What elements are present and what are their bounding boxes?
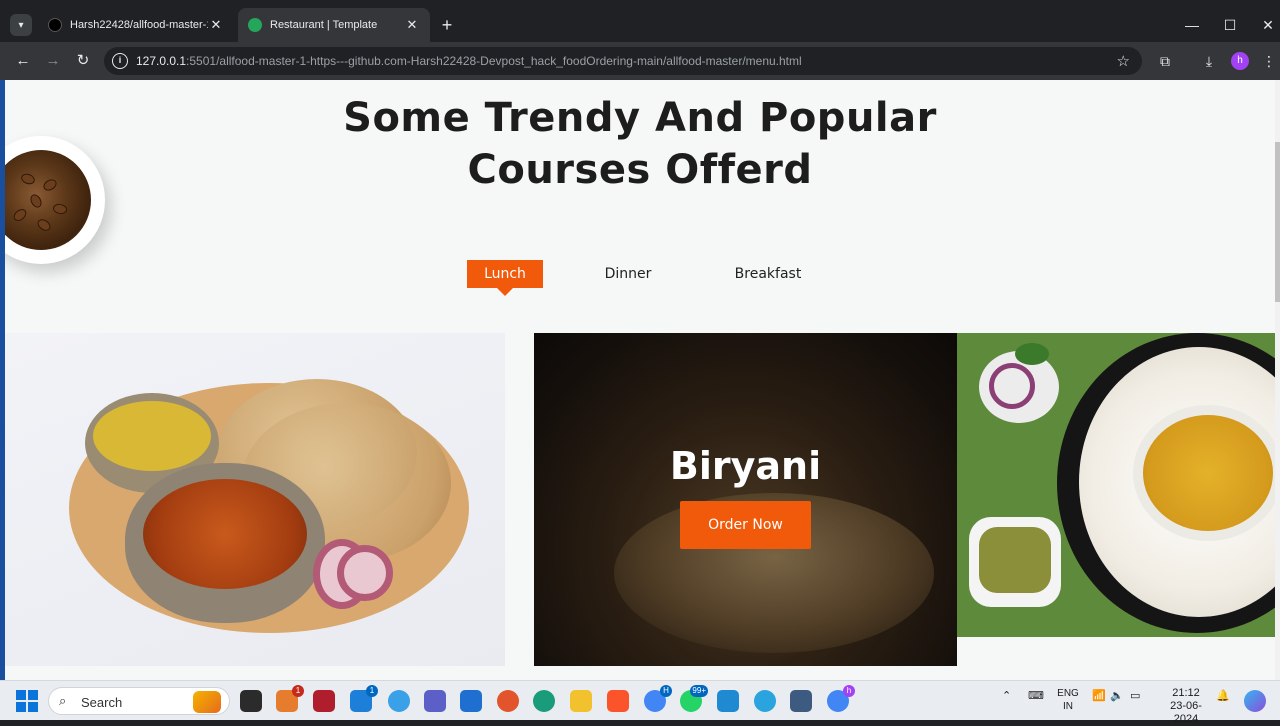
- chutney-bowl-image: [969, 517, 1061, 607]
- page-scrollbar[interactable]: [1275, 80, 1280, 680]
- profile-avatar[interactable]: h: [1231, 52, 1249, 70]
- search-highlight-icon: [193, 691, 221, 713]
- tab-title: Harsh22428/allfood-master-1-I: [70, 19, 208, 31]
- widgets-icon[interactable]: 1: [276, 685, 304, 712]
- whatsapp-icon[interactable]: 99+: [680, 685, 708, 712]
- tray-chevron-icon[interactable]: ⌃: [1002, 689, 1011, 702]
- food-card-rice-dal[interactable]: [957, 333, 1275, 637]
- dal-cup-image: [1133, 405, 1275, 541]
- wifi-icon[interactable]: 📶: [1092, 689, 1106, 702]
- tab-search-button[interactable]: ▾: [10, 14, 32, 36]
- notification-bell-icon[interactable]: 🔔: [1216, 689, 1230, 702]
- browser-tab-strip: ▾ Harsh22428/allfood-master-1-I ✕ Restau…: [0, 0, 1280, 42]
- curry-pot-image: [125, 463, 325, 623]
- tab-dinner[interactable]: Dinner: [593, 260, 663, 288]
- scrollbar-thumb[interactable]: [1275, 142, 1280, 302]
- battery-icon[interactable]: ▭: [1130, 689, 1140, 702]
- dish-name: Biryani: [669, 444, 822, 488]
- address-bar[interactable]: i 127.0.0.1:5501/allfood-master-1-https-…: [104, 47, 1142, 75]
- food-card-biryani[interactable]: Biryani Order Now: [534, 333, 957, 666]
- coffee-beans-decoration: [5, 136, 105, 264]
- telegram-icon[interactable]: [754, 690, 776, 712]
- section-title: Some Trendy And Popular Courses Offerd: [343, 95, 937, 193]
- taskbar: ⌕ Search 1 1 H 99+ h ⌃ ⌨ ENG IN 📶 🔈 ▭ 21…: [0, 680, 1280, 725]
- close-icon[interactable]: ✕: [208, 17, 224, 33]
- new-tab-button[interactable]: +: [438, 14, 456, 36]
- back-icon[interactable]: ←: [12, 50, 34, 72]
- language-indicator[interactable]: ENG IN: [1056, 687, 1080, 713]
- store-icon[interactable]: [460, 690, 482, 712]
- maximize-icon[interactable]: ☐: [1212, 14, 1248, 36]
- firefox-icon[interactable]: [497, 690, 519, 712]
- reload-icon[interactable]: ↻: [72, 50, 94, 72]
- keyboard-icon[interactable]: ⌨: [1028, 689, 1044, 702]
- close-icon[interactable]: ✕: [404, 17, 420, 33]
- todo-icon[interactable]: 1: [350, 685, 378, 712]
- page-viewport: Some Trendy And Popular Courses Offerd L…: [5, 80, 1275, 680]
- taskbar-search[interactable]: ⌕ Search: [48, 687, 230, 715]
- download-icon[interactable]: ⤓: [1198, 50, 1220, 72]
- url-text: 127.0.0.1:5501/allfood-master-1-https---…: [136, 54, 802, 68]
- food-card-thali[interactable]: [5, 333, 505, 666]
- search-label: Search: [81, 695, 123, 710]
- teams-icon[interactable]: [424, 690, 446, 712]
- brave-icon[interactable]: [607, 690, 629, 712]
- app-icon[interactable]: [790, 690, 812, 712]
- tab-restaurant[interactable]: Restaurant | Template ✕: [238, 8, 430, 42]
- mcafee-icon[interactable]: [313, 690, 335, 712]
- site-info-icon[interactable]: i: [112, 53, 128, 69]
- windows-start-icon[interactable]: [16, 690, 38, 712]
- task-view-icon[interactable]: [240, 690, 262, 712]
- edge-icon[interactable]: [533, 690, 555, 712]
- file-explorer-icon[interactable]: [570, 690, 592, 712]
- tab-github[interactable]: Harsh22428/allfood-master-1-I ✕: [38, 8, 234, 42]
- minimize-icon[interactable]: —: [1174, 14, 1210, 36]
- order-now-button[interactable]: Order Now: [680, 501, 811, 549]
- github-icon: [48, 18, 62, 32]
- vscode-icon[interactable]: [717, 690, 739, 712]
- menu-kebab-icon[interactable]: ⋮: [1258, 50, 1280, 72]
- tab-lunch[interactable]: Lunch: [467, 260, 543, 296]
- browser-toolbar: ← → ↻ i 127.0.0.1:5501/allfood-master-1-…: [0, 42, 1280, 80]
- clock[interactable]: 21:12 23-06-2024: [1158, 687, 1214, 726]
- extensions-icon[interactable]: ⧉: [1154, 50, 1176, 72]
- search-icon: ⌕: [59, 693, 67, 708]
- coffee-beans-image: [5, 150, 91, 250]
- volume-icon[interactable]: 🔈: [1110, 689, 1124, 702]
- close-window-icon[interactable]: ✕: [1250, 14, 1280, 36]
- tab-breakfast[interactable]: Breakfast: [725, 260, 811, 288]
- copilot-icon[interactable]: [388, 690, 410, 712]
- copilot-tray-icon[interactable]: [1244, 690, 1266, 712]
- forward-icon[interactable]: →: [42, 50, 64, 72]
- tab-title: Restaurant | Template: [270, 19, 378, 31]
- salad-image: [979, 343, 1059, 423]
- site-favicon-icon: [248, 18, 262, 32]
- bookmark-star-icon[interactable]: ☆: [1117, 52, 1130, 70]
- chrome-profile-icon[interactable]: h: [827, 685, 855, 712]
- chrome-icon[interactable]: H: [644, 685, 672, 712]
